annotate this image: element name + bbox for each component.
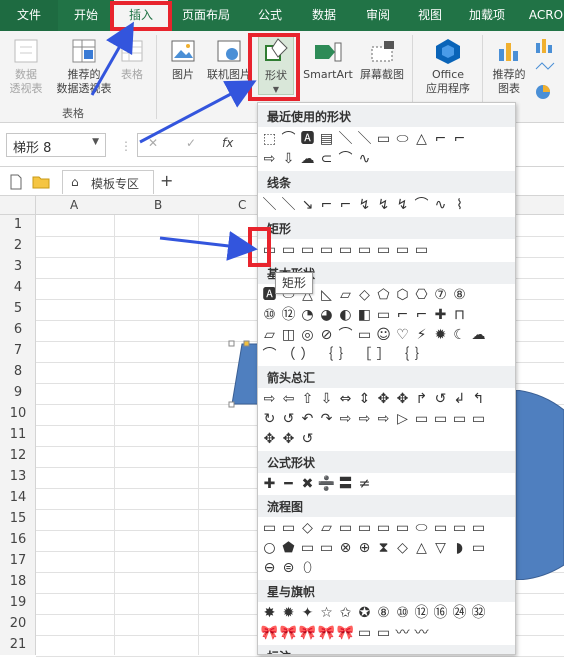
annotation-arrows: [90, 21, 258, 261]
arrow-to-rectangle: [159, 231, 258, 261]
arrow-to-shapes: [139, 80, 257, 144]
arrow-to-insert-tab: [90, 21, 134, 96]
